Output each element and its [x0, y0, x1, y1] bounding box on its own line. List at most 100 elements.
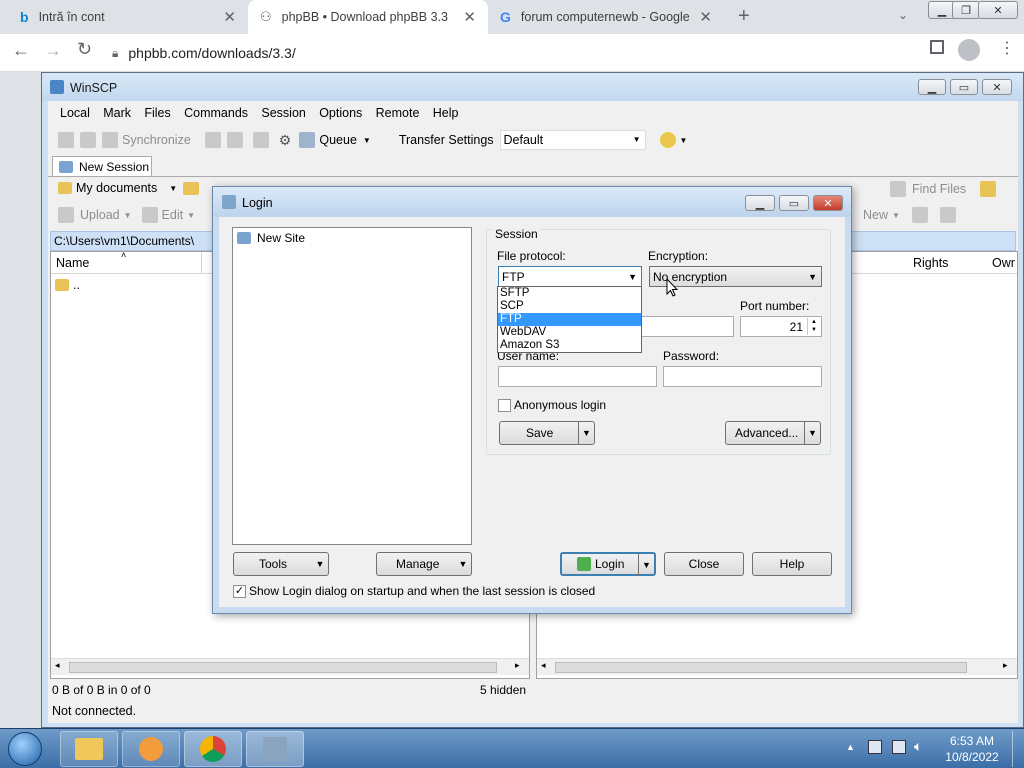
forward-arrow-icon[interactable]: →	[44, 40, 62, 61]
local-horizontal-scrollbar[interactable]: ◂ ▸	[51, 658, 529, 675]
protocol-option-webdav[interactable]: WebDAV	[498, 326, 641, 339]
column-owner[interactable]: Owr	[992, 256, 1015, 270]
close-window-button[interactable]: ✕	[978, 1, 1018, 19]
synchronize-icon[interactable]	[102, 132, 118, 148]
transfer-settings-select[interactable]: Default ▼	[499, 130, 646, 150]
column-name[interactable]: Name	[56, 256, 89, 270]
show-hidden-icons-icon[interactable]: ▲	[846, 742, 855, 752]
taskbar-winscp[interactable]	[246, 731, 304, 767]
login-minimize-button[interactable]: ▁	[745, 195, 775, 211]
scroll-left-icon[interactable]: ◂	[541, 660, 546, 671]
winscp-maximize-button[interactable]: ▭	[950, 79, 978, 95]
show-desktop-button[interactable]	[1012, 731, 1022, 767]
tab-google-search[interactable]: G forum computernewb - Google S ✕	[488, 0, 724, 34]
scroll-left-icon[interactable]: ◂	[55, 660, 60, 671]
checkbox-box[interactable]	[498, 398, 511, 412]
taskbar-chrome[interactable]	[184, 731, 242, 767]
start-orb-icon[interactable]	[8, 732, 42, 766]
checkbox-box-checked[interactable]: ✓	[233, 584, 246, 598]
tab-phpbb[interactable]: ⚇ phpBB • Download phpBB 3.3 ✕	[248, 0, 488, 34]
menu-options[interactable]: Options	[319, 106, 362, 120]
site-tree-item-new-site[interactable]: New Site	[237, 231, 305, 245]
column-rights[interactable]: Rights	[913, 256, 948, 270]
address-bar[interactable]: 🔒︎ phpbb.com/downloads/3.3/	[112, 39, 917, 67]
restore-button[interactable]: ❐	[952, 1, 980, 19]
reload-icon[interactable]: ↻	[77, 39, 92, 60]
advanced-dropdown-icon[interactable]: ▼	[804, 422, 820, 444]
close-tab-icon[interactable]: ✕	[699, 8, 712, 26]
back-arrow-icon[interactable]: ←	[12, 40, 30, 61]
edit-icon[interactable]	[141, 207, 158, 223]
protocol-option-sftp[interactable]: SFTP	[498, 287, 641, 300]
close-tab-icon[interactable]: ✕	[223, 8, 236, 26]
upload-icon[interactable]	[58, 207, 74, 223]
side-panel-icon[interactable]	[930, 40, 944, 54]
queue-icon[interactable]	[299, 132, 316, 148]
add-icon[interactable]	[911, 207, 928, 223]
file-protocol-select[interactable]: FTP ▼	[498, 266, 642, 287]
login-button[interactable]: Login ▼	[560, 552, 656, 576]
protocol-option-scp[interactable]: SCP	[498, 300, 641, 313]
winscp-minimize-button[interactable]: ▁	[918, 79, 946, 95]
anonymous-login-checkbox[interactable]: Anonymous login	[498, 398, 606, 412]
local-location-select[interactable]: My documents	[76, 181, 157, 195]
winscp-close-button[interactable]: ✕	[982, 79, 1012, 95]
clock[interactable]: 6:53 AM 10/8/2022	[942, 733, 1002, 765]
action-center-icon[interactable]	[892, 740, 906, 754]
find-icon[interactable]	[252, 132, 269, 148]
show-login-checkbox[interactable]: ✓ Show Login dialog on startup and when …	[233, 584, 595, 598]
menu-commands[interactable]: Commands	[184, 106, 248, 120]
protocol-option-ftp[interactable]: FTP	[498, 313, 641, 326]
save-dropdown-icon[interactable]: ▼	[578, 422, 594, 444]
scroll-thumb[interactable]	[69, 662, 497, 673]
synchronize-button[interactable]: Synchronize	[122, 133, 191, 147]
chevron-down-icon[interactable]: ▼	[124, 211, 132, 220]
tab-intra-in-cont[interactable]: b Intră în cont ✕	[8, 0, 248, 34]
queue-dropdown-icon[interactable]: ▼	[363, 136, 371, 145]
advanced-button[interactable]: Advanced... ▼	[725, 421, 821, 445]
putty-icon[interactable]	[226, 132, 243, 148]
table-row[interactable]: ..	[55, 278, 80, 292]
menu-mark[interactable]: Mark	[103, 106, 131, 120]
taskbar-explorer[interactable]	[60, 731, 118, 767]
edit-button[interactable]: Edit	[162, 208, 184, 222]
close-button[interactable]: Close	[664, 552, 744, 576]
login-close-button[interactable]: ✕	[813, 195, 843, 211]
console-icon[interactable]	[204, 132, 221, 148]
menu-kebab-icon[interactable]: ⋮	[999, 38, 1015, 58]
find-files-button[interactable]: Find Files	[912, 182, 966, 196]
menu-remote[interactable]: Remote	[376, 106, 420, 120]
port-spinner-icon[interactable]: ▲ ▼	[807, 318, 820, 335]
menu-local[interactable]: Local	[60, 106, 90, 120]
profile-avatar[interactable]	[958, 39, 980, 61]
close-tab-icon[interactable]: ✕	[463, 8, 476, 26]
site-tree[interactable]: New Site	[232, 227, 472, 545]
save-button[interactable]: Save ▼	[499, 421, 595, 445]
upload-button[interactable]: Upload	[80, 208, 120, 222]
tools-button[interactable]: Tools ▼	[233, 552, 329, 576]
queue-button[interactable]: Queue	[319, 133, 357, 147]
scroll-right-icon[interactable]: ▸	[1003, 660, 1008, 671]
taskbar-media-player[interactable]	[122, 731, 180, 767]
user-name-input[interactable]	[498, 366, 657, 387]
network-icon[interactable]	[868, 740, 882, 754]
globe-icon[interactable]	[659, 132, 676, 148]
compare-icon[interactable]	[58, 132, 74, 148]
new-tab-plus-icon[interactable]: +	[738, 5, 750, 28]
login-dropdown-icon[interactable]: ▼	[638, 554, 654, 576]
menu-session[interactable]: Session	[261, 106, 305, 120]
port-number-input[interactable]: 21 ▲ ▼	[740, 316, 822, 337]
menu-files[interactable]: Files	[144, 106, 170, 120]
tree-icon[interactable]	[980, 181, 997, 197]
manage-button[interactable]: Manage ▼	[376, 552, 472, 576]
help-button[interactable]: Help	[752, 552, 832, 576]
sync-browse-icon[interactable]	[80, 132, 96, 148]
open-folder-icon[interactable]	[183, 181, 200, 195]
password-input[interactable]	[663, 366, 822, 387]
chevron-down-icon[interactable]: ▼	[169, 184, 177, 193]
filter-icon[interactable]	[939, 207, 956, 223]
preferences-gear-icon[interactable]: ⚙	[279, 132, 292, 149]
chevron-down-icon[interactable]: ▼	[187, 211, 195, 220]
tab-new-session[interactable]: New Session	[52, 156, 152, 176]
chevron-down-icon[interactable]: ▼	[680, 136, 688, 145]
